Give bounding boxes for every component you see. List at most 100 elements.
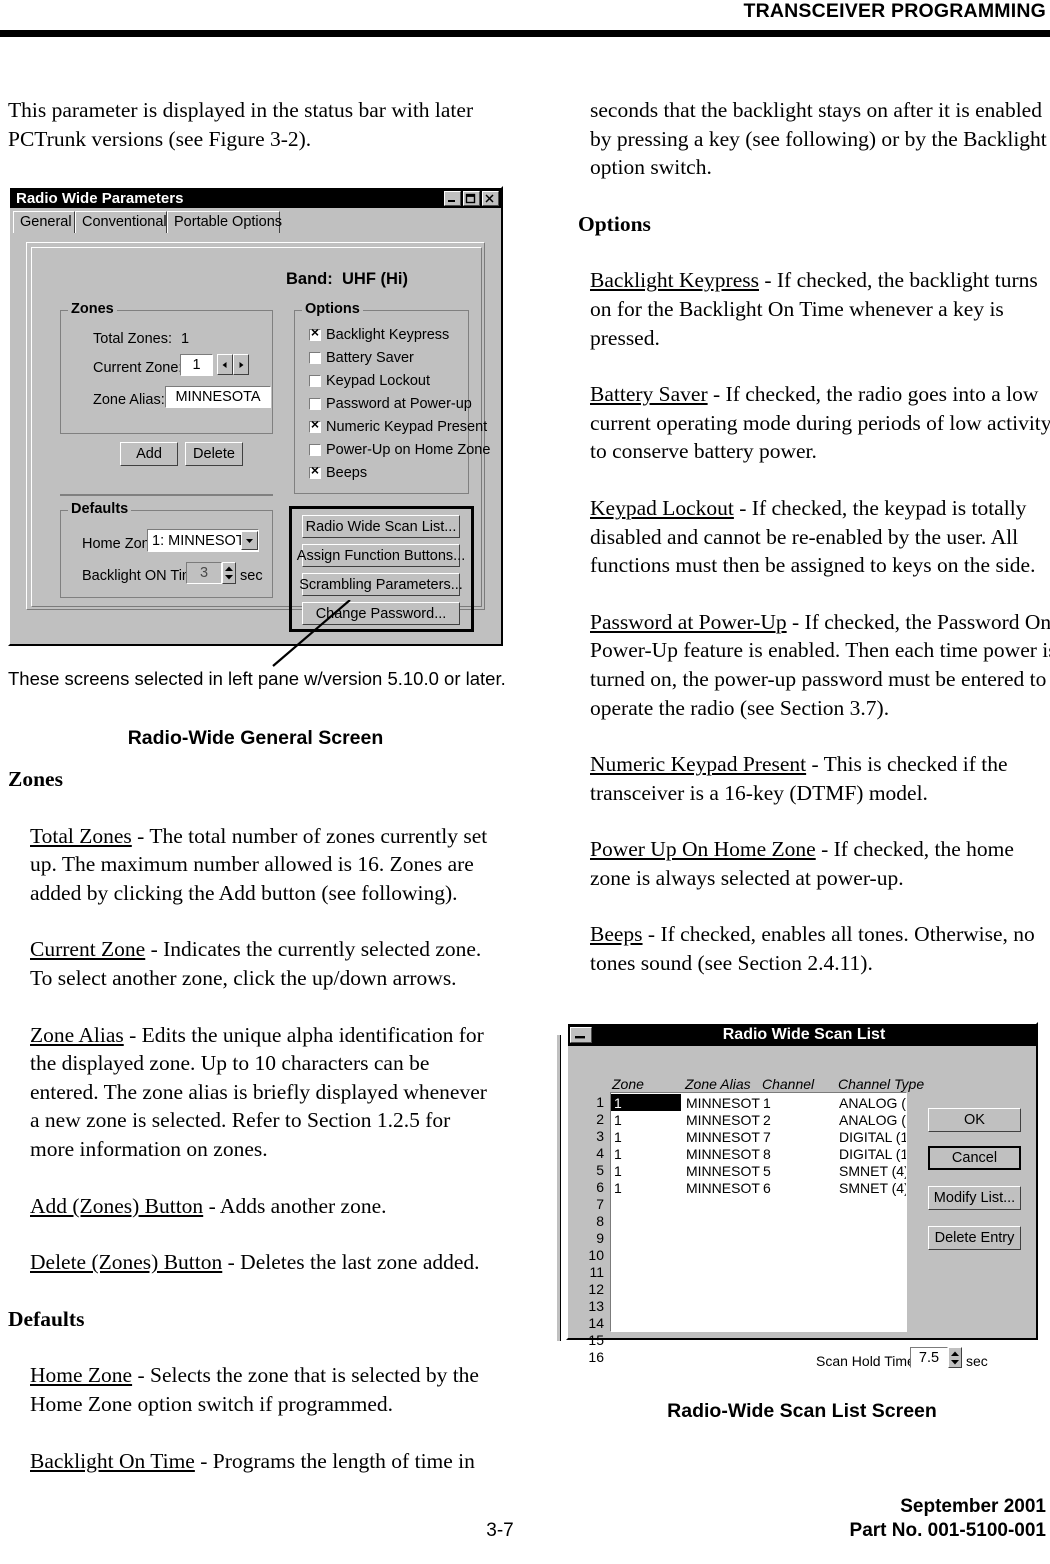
scan-list-minimize-icon[interactable] <box>570 1027 592 1043</box>
checkbox-beeps[interactable]: Beeps <box>309 463 367 481</box>
entry-battery-saver-term: Battery Saver <box>590 382 708 407</box>
checkbox-power-up-on-home-zone-box[interactable] <box>309 444 321 456</box>
entry-beeps-text: - If checked, enables all tones. Otherwi… <box>590 922 1035 976</box>
close-icon[interactable] <box>482 190 499 206</box>
checkbox-password-at-power-up[interactable]: Password at Power-up <box>309 396 472 412</box>
backlight-on-time-input[interactable]: 3 <box>186 562 222 584</box>
modify-list-button[interactable]: Modify List... <box>928 1186 1021 1210</box>
entry-keypad-lockout: Keypad Lockout - If checked, the keypad … <box>590 494 1050 580</box>
checkbox-backlight-keypress[interactable]: Backlight Keypress <box>309 325 449 343</box>
row-3-alias: MINNESOT <box>686 1129 760 1145</box>
entry-delete-zones-button: Delete (Zones) Button - Deletes the last… <box>30 1248 498 1277</box>
row-number-5: 5 <box>596 1162 604 1178</box>
zone-alias-input[interactable]: MINNESOTA <box>165 386 271 408</box>
checkbox-keypad-lockout-label: Keypad Lockout <box>326 373 430 389</box>
entry-beeps: Beeps - If checked, enables all tones. O… <box>590 920 1050 977</box>
scan-hold-time-unit: sec <box>966 1353 988 1369</box>
zone-alias-value: MINNESOTA <box>175 389 261 405</box>
scan-hold-time-spinner[interactable] <box>948 1347 962 1368</box>
tab-portable-options[interactable]: Portable Options <box>167 211 283 233</box>
entry-keypad-lockout-term: Keypad Lockout <box>590 495 734 520</box>
row-4-alias: MINNESOT <box>686 1146 760 1162</box>
checkbox-battery-saver[interactable]: Battery Saver <box>309 350 414 366</box>
scrambling-parameters-button-label: Scrambling Parameters... <box>299 576 463 593</box>
checkbox-password-at-power-up-label: Password at Power-up <box>326 396 472 412</box>
background-window-sliver <box>556 1035 561 1341</box>
right-intro-paragraph: seconds that the backlight stays on afte… <box>590 98 1047 180</box>
scrambling-parameters-button[interactable]: Scrambling Parameters... <box>299 573 463 596</box>
entry-power-up-on-home-zone-term: Power Up On Home Zone <box>590 837 816 862</box>
checkbox-password-at-power-up-box[interactable] <box>309 398 321 410</box>
checkbox-keypad-lockout[interactable]: Keypad Lockout <box>309 373 430 389</box>
row-4-type: DIGITAL (1) <box>839 1146 907 1162</box>
row-6-type: SMNET (4) <box>839 1180 907 1196</box>
page-header: TRANSCEIVER PROGRAMMING <box>0 0 1050 37</box>
row-1-alias: MINNESOT <box>686 1095 760 1111</box>
checkbox-keypad-lockout-box[interactable] <box>309 375 321 387</box>
row-number-2: 2 <box>596 1111 604 1127</box>
tab-portable-options-label: Portable Options <box>174 214 283 230</box>
backlight-on-time-unit: sec <box>240 568 263 584</box>
row-number-3: 3 <box>596 1128 604 1144</box>
delete-zone-button[interactable]: Delete <box>185 442 243 466</box>
radio-wide-scan-list-button[interactable]: Radio Wide Scan List... <box>302 515 460 538</box>
row-number-7: 7 <box>596 1196 604 1212</box>
scan-hold-time-input[interactable]: 7.5 <box>910 1347 948 1368</box>
general-tab-inner-panel: Band: UHF (Hi) Zones Total Zones: 1 Curr… <box>31 247 490 632</box>
entry-add-zones-button-term: Add (Zones) Button <box>30 1193 204 1218</box>
tab-strip[interactable]: General Conventional Portable Options <box>13 211 501 233</box>
radio-wide-parameters-titlebar[interactable]: Radio Wide Parameters <box>10 188 501 208</box>
options-group-title: Options <box>302 301 363 317</box>
row-1-type: ANALOG (1) <box>839 1095 906 1111</box>
current-zone-next-arrow-icon[interactable] <box>233 354 249 375</box>
radio-wide-general-screen-caption: Radio-Wide General Screen <box>127 727 384 749</box>
chevron-down-icon[interactable] <box>241 531 258 550</box>
delete-entry-button-label: Delete Entry <box>934 1230 1015 1246</box>
checkbox-battery-saver-box[interactable] <box>309 352 321 364</box>
entry-numeric-keypad-present: Numeric Keypad Present - This is checked… <box>590 750 1050 807</box>
footer-date: September 2001 <box>900 1496 1046 1517</box>
row-5-channel: 5 <box>763 1163 771 1179</box>
backlight-on-time-spinner[interactable] <box>222 562 236 584</box>
delete-entry-button[interactable]: Delete Entry <box>928 1226 1021 1250</box>
total-zones-label: Total Zones: <box>93 331 172 347</box>
radio-wide-scan-list-title: Radio Wide Scan List <box>722 1026 886 1043</box>
current-zone-prev-arrow-icon[interactable] <box>217 354 233 375</box>
tab-conventional[interactable]: Conventional <box>75 211 167 233</box>
delete-zone-button-label: Delete <box>193 446 235 462</box>
radio-wide-scan-list-titlebar[interactable]: Radio Wide Scan List <box>568 1024 1036 1046</box>
checkbox-numeric-keypad-present-label: Numeric Keypad Present <box>326 419 488 435</box>
entry-backlight-keypress-term: Backlight Keypress <box>590 268 759 293</box>
ok-button[interactable]: OK <box>928 1108 1021 1132</box>
entry-zone-alias: Zone Alias - Edits the unique alpha iden… <box>30 1021 498 1164</box>
checkbox-numeric-keypad-present[interactable]: Numeric Keypad Present <box>309 417 488 435</box>
radio-wide-scan-list-window[interactable]: Radio Wide Scan List Zone Zone Alias Cha… <box>566 1022 1038 1369</box>
checkbox-numeric-keypad-present-box[interactable] <box>309 417 321 433</box>
radio-wide-parameters-title: Radio Wide Parameters <box>16 189 184 207</box>
zones-group-title: Zones <box>68 301 117 317</box>
footer-page-number: 3-7 <box>486 1520 514 1541</box>
entry-current-zone-term: Current Zone <box>30 937 146 962</box>
modify-list-button-label: Modify List... <box>933 1190 1016 1206</box>
add-zone-button[interactable]: Add <box>120 442 178 466</box>
assign-function-buttons-button[interactable]: Assign Function Buttons... <box>297 544 465 567</box>
minimize-icon[interactable] <box>444 190 461 206</box>
checkbox-backlight-keypress-box[interactable] <box>309 325 321 341</box>
row-4-channel: 8 <box>763 1146 771 1162</box>
row-6-alias: MINNESOT <box>686 1180 760 1196</box>
cancel-button[interactable]: Cancel <box>928 1146 1021 1170</box>
checkbox-power-up-on-home-zone[interactable]: Power-Up on Home Zone <box>309 442 490 458</box>
checkbox-beeps-box[interactable] <box>309 463 321 479</box>
maximize-icon[interactable] <box>463 190 480 206</box>
band-value: UHF (Hi) <box>342 270 408 288</box>
row-number-15: 15 <box>588 1332 604 1348</box>
tab-general[interactable]: General <box>13 211 75 233</box>
current-zone-value: 1 <box>192 357 201 373</box>
zones-group: Zones Total Zones: 1 Current Zone: 1 Zon… <box>60 301 273 434</box>
radio-wide-parameters-window[interactable]: Radio Wide Parameters General Convention… <box>8 186 503 646</box>
scan-list-listbox[interactable]: 1 MINNESOT 1 ANALOG (1) 1 MINNESOT 2 ANA… <box>610 1092 907 1332</box>
assign-function-buttons-button-label: Assign Function Buttons... <box>296 547 466 564</box>
row-3-channel: 7 <box>763 1129 771 1145</box>
total-zones-value: 1 <box>181 331 190 347</box>
current-zone-input[interactable]: 1 <box>180 354 213 376</box>
